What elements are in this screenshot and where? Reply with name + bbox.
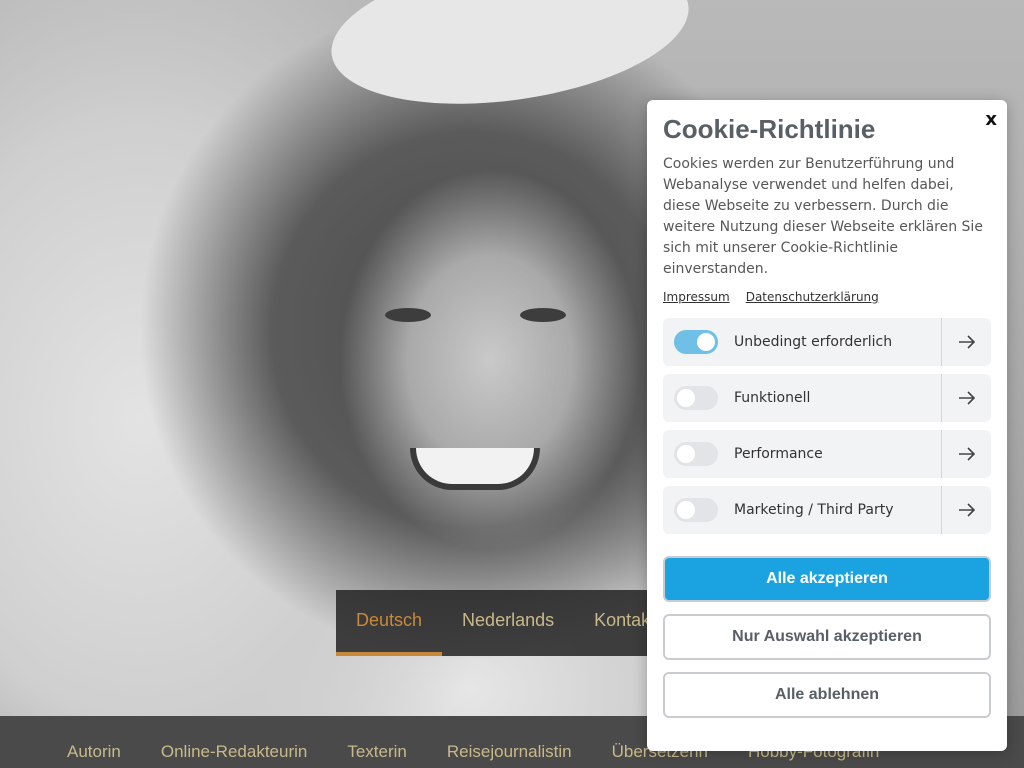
photo-smile <box>410 448 540 490</box>
category-label: Unbedingt erforderlich <box>734 334 893 350</box>
cookie-modal: x Cookie-Richtlinie Cookies werden zur B… <box>647 100 1007 751</box>
impressum-link[interactable]: Impressum <box>663 290 730 304</box>
nav-item-reisejournalistin[interactable]: Reisejournalistin <box>427 742 592 762</box>
category-label: Performance <box>734 446 823 462</box>
reject-all-button[interactable]: Alle ablehnen <box>663 672 991 718</box>
nav-item-online-redakteurin[interactable]: Online-Redakteurin <box>141 742 327 762</box>
nav-item-autorin[interactable]: Autorin <box>47 742 141 762</box>
nav-item-texterin[interactable]: Texterin <box>327 742 427 762</box>
category-functional: Funktionell <box>663 374 991 422</box>
category-expand-button[interactable] <box>941 430 991 478</box>
toggle-knob <box>677 501 695 519</box>
photo-arm <box>322 0 698 125</box>
privacy-link[interactable]: Datenschutzerklärung <box>746 290 879 304</box>
toggle-marketing[interactable] <box>674 498 718 522</box>
accept-selection-button[interactable]: Nur Auswahl akzeptieren <box>663 614 991 660</box>
toggle-performance[interactable] <box>674 442 718 466</box>
language-tabs: Deutsch Nederlands Kontakt <box>336 590 656 656</box>
modal-description: Cookies werden zur Benutzerführung und W… <box>663 156 983 277</box>
category-performance: Performance <box>663 430 991 478</box>
modal-title: Cookie-Richtlinie <box>663 114 876 144</box>
toggle-knob <box>677 445 695 463</box>
category-marketing: Marketing / Third Party <box>663 486 991 534</box>
toggle-required[interactable] <box>674 330 718 354</box>
category-required: Unbedingt erforderlich <box>663 318 991 366</box>
category-label: Marketing / Third Party <box>734 502 894 518</box>
arrow-right-icon <box>958 391 975 405</box>
tab-deutsch[interactable]: Deutsch <box>336 590 443 656</box>
photo-eye-right <box>520 308 566 322</box>
photo-eye-left <box>385 308 431 322</box>
close-icon[interactable]: x <box>985 109 997 130</box>
cookie-categories: Unbedingt erforderlich Funktionell Perfo… <box>663 318 991 534</box>
toggle-knob <box>677 389 695 407</box>
category-label: Funktionell <box>734 390 811 406</box>
arrow-right-icon <box>958 447 975 461</box>
toggle-functional[interactable] <box>674 386 718 410</box>
tab-nederlands[interactable]: Nederlands <box>442 590 574 656</box>
category-expand-button[interactable] <box>941 486 991 534</box>
category-expand-button[interactable] <box>941 374 991 422</box>
modal-links: Impressum Datenschutzerklärung <box>663 290 991 304</box>
arrow-right-icon <box>958 503 975 517</box>
arrow-right-icon <box>958 335 975 349</box>
category-expand-button[interactable] <box>941 318 991 366</box>
accept-all-button[interactable]: Alle akzeptieren <box>663 556 991 602</box>
toggle-knob <box>697 333 715 351</box>
